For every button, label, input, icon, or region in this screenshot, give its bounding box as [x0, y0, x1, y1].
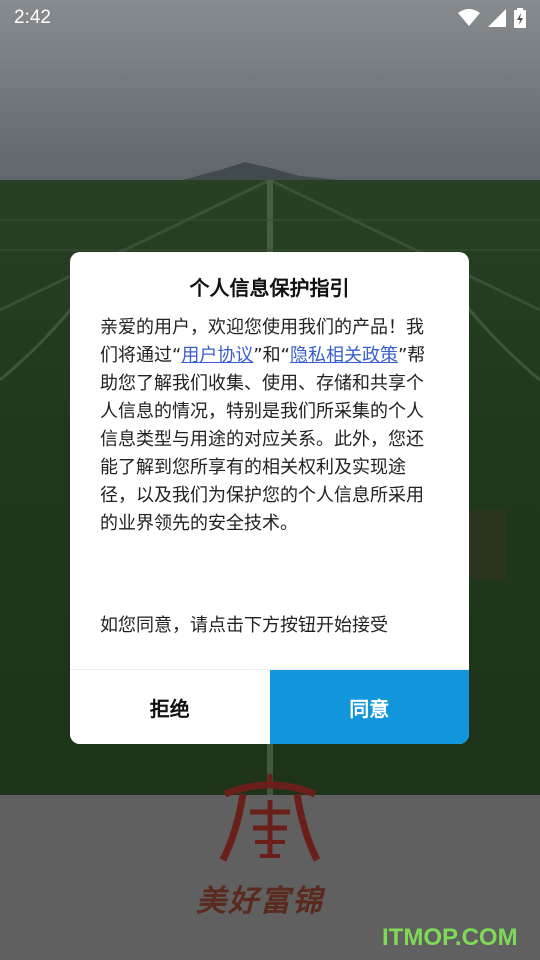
body-text-3: ”帮助您了解我们收集、使用、存储和共享个人信息的情况，特别是我们所采集的个人信息… — [100, 345, 426, 534]
dialog-body: 亲爱的用户，欢迎您使用我们的产品！我们将通过“用户协议”和“隐私相关政策”帮助您… — [100, 314, 440, 538]
reject-button[interactable]: 拒绝 — [70, 670, 270, 744]
signal-icon — [488, 9, 506, 27]
status-time: 2:42 — [14, 7, 51, 28]
status-bar: 2:42 — [0, 0, 540, 36]
brand-logo-text: 美好富锦 — [196, 884, 324, 919]
privacy-dialog: 个人信息保护指引 亲爱的用户，欢迎您使用我们的产品！我们将通过“用户协议”和“隐… — [70, 252, 469, 744]
dialog-title: 个人信息保护指引 — [189, 276, 350, 300]
brand-logo-icon — [219, 774, 321, 862]
user-agreement-link[interactable]: 用户协议 — [181, 345, 253, 366]
battery-charging-icon — [514, 8, 526, 28]
agree-button[interactable]: 同意 — [269, 670, 469, 744]
consent-prompt: 如您同意，请点击下方按钮开始接受 — [100, 615, 388, 636]
privacy-policy-link[interactable]: 隐私相关政策 — [290, 345, 398, 366]
wifi-icon — [458, 9, 480, 26]
site-watermark: ITMOP.COM — [382, 924, 518, 951]
status-icons — [458, 8, 526, 28]
body-text-2: ”和“ — [253, 345, 290, 366]
dialog-button-row: 拒绝 同意 — [70, 669, 469, 744]
